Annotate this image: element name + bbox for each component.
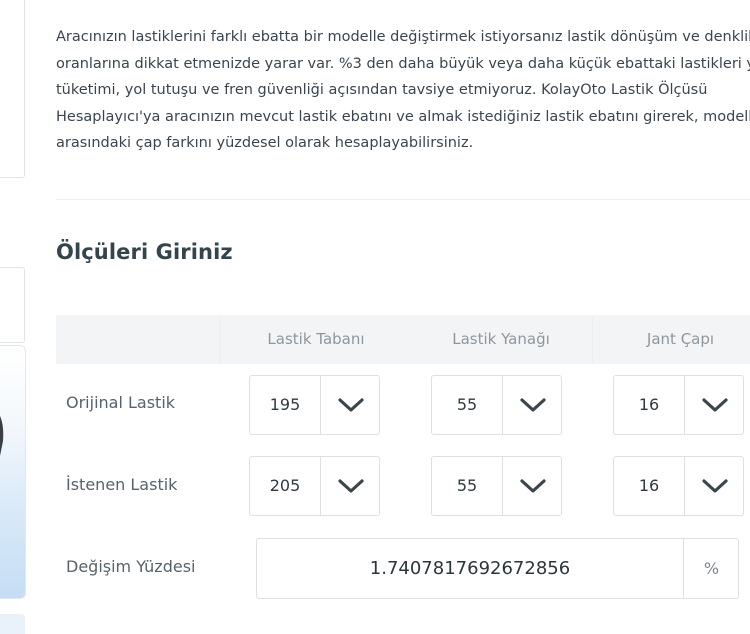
section-divider	[56, 199, 750, 200]
chevron-down-icon	[338, 479, 364, 493]
select-arrow[interactable]	[320, 376, 381, 434]
select-arrow[interactable]	[320, 457, 381, 515]
header-jant-capi: Jant Çapı	[592, 315, 750, 364]
header-lastik-tabani: Lastik Tabanı	[220, 315, 411, 364]
select-arrow[interactable]	[684, 376, 745, 434]
intro-line: Hesaplayıcı'ya aracınızın mevcut lastik …	[56, 108, 750, 125]
select-arrow[interactable]	[502, 457, 563, 515]
original-rim-select[interactable]: 16	[613, 375, 744, 435]
intro-line: tüketimi, yol tutuşu ve fren güvenliği a…	[56, 82, 708, 98]
sidebar-card-middle	[0, 267, 25, 343]
select-value: 55	[456, 476, 478, 495]
chevron-down-icon	[520, 479, 546, 493]
sidebar-card-bottom	[0, 614, 25, 634]
row-label-original: Orijinal Lastik	[66, 393, 176, 412]
section-title: Ölçüleri Giriniz	[56, 240, 233, 264]
intro-line: Aracınızın lastiklerini farklı ebatta bi…	[56, 29, 750, 45]
desired-sidewall-select[interactable]: 55	[431, 456, 562, 516]
desired-rim-select[interactable]: 16	[613, 456, 744, 516]
sidebar-card-top	[0, 0, 25, 178]
select-arrow[interactable]	[684, 457, 745, 515]
select-value: 16	[638, 395, 660, 414]
intro-line: arasındaki çap farkını yüzdesel olarak h…	[56, 135, 474, 151]
select-value: 55	[456, 395, 478, 414]
row-label-desired: İstenen Lastik	[66, 475, 178, 494]
table-header: Lastik Tabanı Lastik Yanağı Jant Çapı	[56, 315, 750, 364]
header-lastik-yanagi: Lastik Yanağı	[452, 330, 550, 348]
sidebar-tire-image	[0, 345, 26, 599]
percent-unit: %	[683, 539, 739, 598]
select-arrow[interactable]	[502, 376, 563, 434]
select-value: 205	[269, 476, 301, 495]
original-sidewall-select[interactable]: 55	[431, 375, 562, 435]
select-value: 195	[269, 395, 301, 414]
result-value: 1.7407817692672856	[369, 558, 571, 579]
chevron-down-icon	[702, 398, 728, 412]
select-value: 16	[638, 476, 660, 495]
chevron-down-icon	[702, 479, 728, 493]
desired-width-select[interactable]: 205	[249, 456, 380, 516]
row-label-result: Değişim Yüzdesi	[66, 557, 196, 576]
intro-line: oranlarına dikkat etmenizde yarar var. %…	[56, 55, 750, 72]
header-empty	[56, 315, 220, 364]
result-field: 1.7407817692672856 %	[256, 538, 739, 599]
intro-paragraph: Aracınızın lastiklerini farklı ebatta bi…	[56, 24, 750, 157]
chevron-down-icon	[520, 398, 546, 412]
original-width-select[interactable]: 195	[249, 375, 380, 435]
chevron-down-icon	[338, 398, 364, 412]
